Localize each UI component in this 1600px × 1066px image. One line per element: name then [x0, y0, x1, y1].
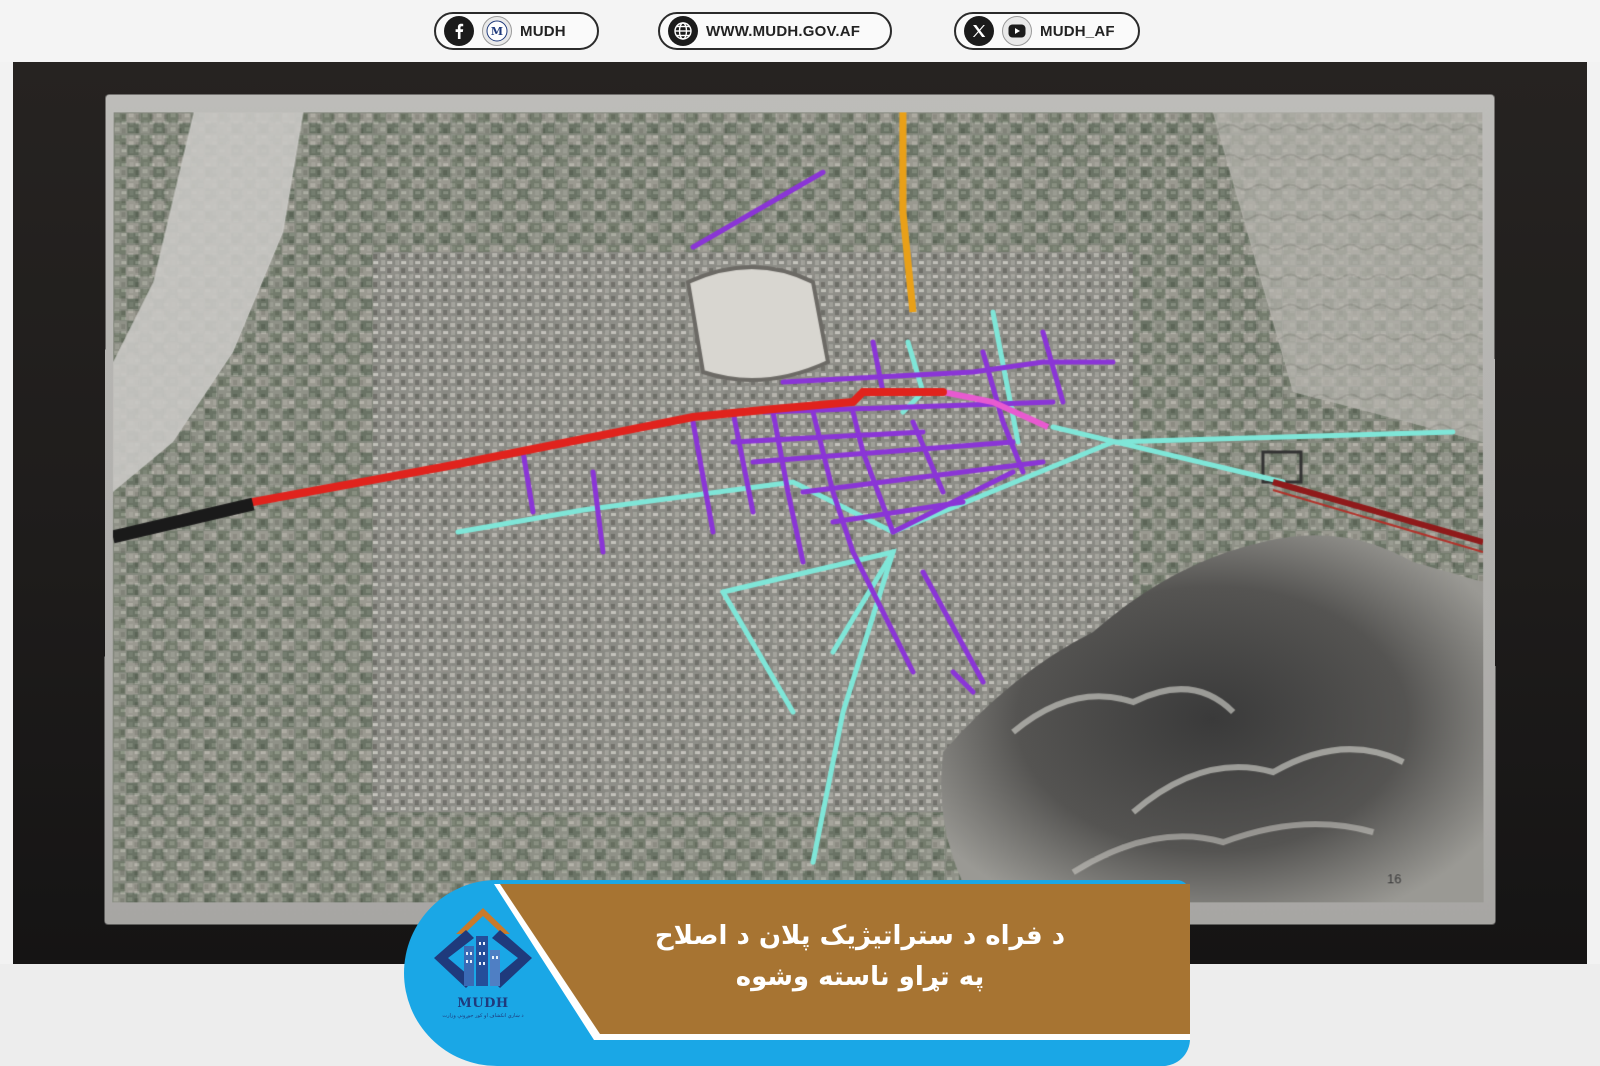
monitor-frame: 16 — [104, 94, 1495, 924]
logo-name: MUDH — [457, 996, 508, 1011]
headline: د فراه د ستراتیژیک پلان د اصلاح په تړاو … — [600, 898, 1120, 1016]
social-bar: M MUDH WWW.MUDH.GOV.AF MUDH_AF — [0, 0, 1600, 62]
mudh-logo: MUDH د ښاري انکشاف او کور جوړونې وزارت — [418, 896, 548, 1046]
svg-text:M: M — [491, 25, 503, 38]
logo-subtitle: د ښاري انکشاف او کور جوړونې وزارت — [442, 1013, 523, 1019]
headline-line-1: د فراه د ستراتیژیک پلان د اصلاح — [655, 919, 1065, 954]
globe-icon — [668, 16, 698, 46]
facebook-icon — [444, 16, 474, 46]
facebook-label: MUDH — [520, 23, 566, 40]
mudh-logo-icon: M — [482, 16, 512, 46]
city-map-screen: 16 — [112, 112, 1483, 902]
facebook-link[interactable]: M MUDH — [434, 12, 599, 50]
satellite-map — [112, 112, 1483, 902]
headline-line-2: په تړاو ناسته وشوه — [736, 960, 985, 995]
mudh-emblem-icon — [426, 896, 540, 1000]
meeting-screen-photo: 16 — [13, 62, 1587, 964]
website-label: WWW.MUDH.GOV.AF — [706, 23, 860, 40]
youtube-icon — [1002, 16, 1032, 46]
twitter-youtube-link[interactable]: MUDH_AF — [954, 12, 1140, 50]
x-icon — [964, 16, 994, 46]
website-link[interactable]: WWW.MUDH.GOV.AF — [658, 12, 892, 50]
slide-page-number: 16 — [1387, 871, 1402, 886]
twitter-label: MUDH_AF — [1040, 23, 1115, 40]
